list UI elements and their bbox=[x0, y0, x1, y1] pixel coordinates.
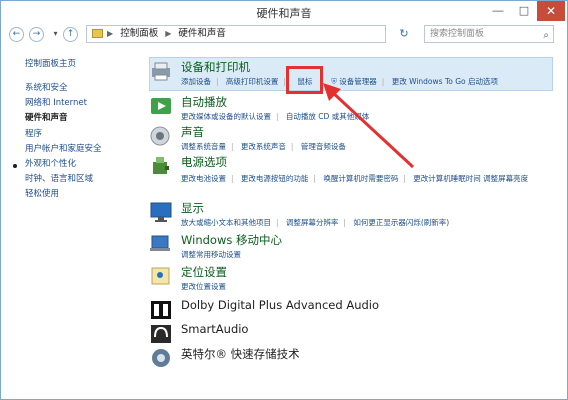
breadcrumb-separator-icon: ▶ bbox=[165, 29, 172, 38]
sidebar-item-security[interactable]: 系统和安全 bbox=[25, 81, 68, 93]
recent-pages-chevron-icon[interactable]: ▾ bbox=[48, 27, 63, 42]
forward-arrow-icon[interactable]: → bbox=[29, 27, 44, 42]
sidebar-item-programs[interactable]: 程序 bbox=[25, 127, 42, 139]
category-links: 调整常用移动设置 bbox=[181, 249, 241, 260]
sound-icon[interactable] bbox=[149, 125, 173, 147]
control-panel-window: 硬件和声音 ― □ ✕ ← → ▾ ↑ ▶ 控制面板 ▶ 硬件和声音 ↻ 搜索控… bbox=[0, 0, 568, 400]
wake-password-link[interactable]: 唤醒计算机时需要密码 bbox=[323, 173, 398, 184]
category-links: 更改位置设置 bbox=[181, 281, 226, 292]
category-title[interactable]: 显示 bbox=[181, 200, 204, 216]
advanced-printer-link[interactable]: 高级打印机设置 bbox=[226, 76, 279, 87]
mobility-icon[interactable] bbox=[149, 233, 173, 255]
category-title[interactable]: Dolby Digital Plus Advanced Audio bbox=[181, 298, 379, 312]
search-input[interactable]: 搜索控制面板 ⌕ bbox=[424, 25, 554, 43]
mobility-settings-link[interactable]: 调整常用移动设置 bbox=[181, 249, 241, 260]
annotation-arrow-icon bbox=[323, 83, 415, 169]
minimize-icon[interactable]: ― bbox=[485, 1, 511, 21]
breadcrumb-hardware-sound[interactable]: 硬件和声音 bbox=[178, 26, 226, 42]
smartaudio-icon[interactable] bbox=[149, 323, 173, 345]
printer-icon[interactable] bbox=[149, 60, 173, 82]
add-device-link[interactable]: 添加设备 bbox=[181, 76, 211, 87]
sidebar-item-hardware-sound: 硬件和声音 bbox=[25, 113, 68, 123]
address-box[interactable]: ▶ 控制面板 ▶ 硬件和声音 bbox=[86, 25, 386, 43]
category-title[interactable]: 英特尔® 快速存储技术 bbox=[181, 346, 300, 362]
sleep-time-link[interactable]: 更改计算机睡眠时间 bbox=[413, 173, 481, 184]
category-title[interactable]: 定位设置 bbox=[181, 264, 227, 280]
category-title[interactable]: 电源选项 bbox=[181, 154, 227, 170]
dolby-icon[interactable] bbox=[149, 299, 173, 321]
sidebar: 控制面板主页 系统和安全 网络和 Internet 硬件和声音 程序 用户帐户和… bbox=[1, 49, 141, 399]
current-section-bullet bbox=[13, 164, 17, 168]
sidebar-item-clock-region[interactable]: 时钟、语言和区域 bbox=[25, 172, 93, 184]
search-placeholder: 搜索控制面板 bbox=[430, 29, 485, 39]
address-bar-row: ← → ▾ ↑ ▶ 控制面板 ▶ 硬件和声音 ↻ 搜索控制面板 ⌕ bbox=[1, 24, 567, 46]
refresh-rate-link[interactable]: 如何更正显示器闪烁(刷新率) bbox=[353, 217, 449, 228]
breadcrumb-separator-icon: ▶ bbox=[107, 29, 114, 38]
category-title[interactable]: 自动播放 bbox=[181, 94, 227, 110]
autoplay-icon[interactable] bbox=[149, 95, 173, 117]
battery-settings-link[interactable]: 更改电池设置 bbox=[181, 173, 226, 184]
maximize-icon[interactable]: □ bbox=[511, 1, 537, 21]
screen-brightness-link[interactable]: 调整屏幕亮度 bbox=[483, 173, 528, 184]
power-icon[interactable] bbox=[149, 155, 173, 177]
refresh-icon[interactable]: ↻ bbox=[395, 26, 413, 42]
adjust-volume-link[interactable]: 调整系统音量 bbox=[181, 141, 226, 152]
screen-resolution-link[interactable]: 调整屏幕分辨率 bbox=[286, 217, 339, 228]
sidebar-item-home[interactable]: 控制面板主页 bbox=[25, 57, 76, 69]
category-title[interactable]: 声音 bbox=[181, 124, 204, 140]
category-title[interactable]: 设备和打印机 bbox=[181, 59, 250, 75]
breadcrumb-control-panel[interactable]: 控制面板 bbox=[120, 26, 158, 42]
sidebar-item-user-accounts[interactable]: 用户帐户和家庭安全 bbox=[25, 142, 102, 154]
display-icon[interactable] bbox=[149, 201, 173, 223]
category-title[interactable]: Windows 移动中心 bbox=[181, 232, 282, 248]
category-title[interactable]: SmartAudio bbox=[181, 322, 248, 336]
close-icon[interactable]: ✕ bbox=[537, 1, 565, 21]
category-links: 放大或缩小文本和其他项目 | 调整屏幕分辨率 | 如何更正显示器闪烁(刷新率) bbox=[181, 217, 450, 228]
folder-icon bbox=[92, 29, 103, 38]
search-icon[interactable]: ⌕ bbox=[543, 28, 549, 44]
sidebar-item-ease-of-access[interactable]: 轻松使用 bbox=[25, 187, 59, 199]
up-arrow-icon[interactable]: ↑ bbox=[63, 27, 78, 42]
location-settings-link[interactable]: 更改位置设置 bbox=[181, 281, 226, 292]
change-default-media-link[interactable]: 更改媒体或设备的默认设置 bbox=[181, 111, 271, 122]
sidebar-item-network[interactable]: 网络和 Internet bbox=[25, 96, 87, 108]
change-system-sounds-link[interactable]: 更改系统声音 bbox=[241, 141, 286, 152]
title-bar: 硬件和声音 ― □ ✕ bbox=[1, 1, 567, 24]
category-links: 更改电池设置 | 更改电源按钮的功能 | 唤醒计算机时需要密码 | 更改计算机睡眠时间… bbox=[181, 173, 529, 184]
sidebar-item-appearance[interactable]: 外观和个性化 bbox=[25, 157, 76, 169]
back-arrow-icon[interactable]: ← bbox=[9, 27, 24, 42]
text-size-link[interactable]: 放大或缩小文本和其他项目 bbox=[181, 217, 271, 228]
intel-storage-icon[interactable] bbox=[149, 347, 173, 369]
power-button-link[interactable]: 更改电源按钮的功能 bbox=[241, 173, 309, 184]
window-title: 硬件和声音 bbox=[256, 7, 312, 20]
location-icon[interactable] bbox=[149, 265, 173, 287]
